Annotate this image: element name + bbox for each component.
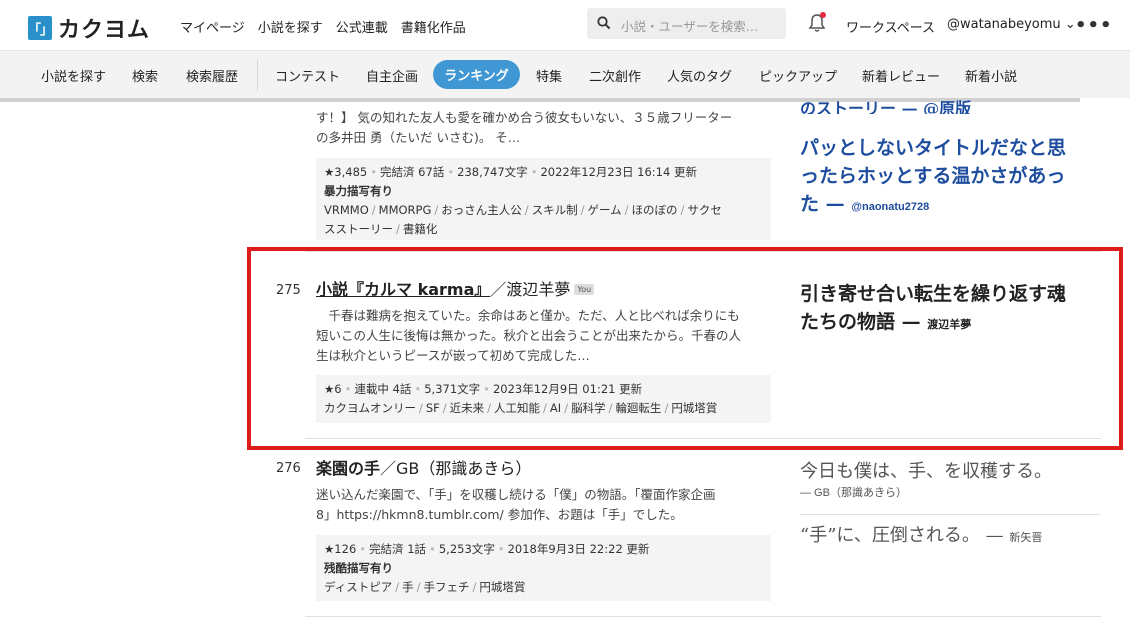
- review-author: — GB（那識あきら）: [800, 487, 907, 499]
- work-stars: ★126: [324, 542, 357, 556]
- search-placeholder: 小説・ユーザーを検索…: [621, 19, 759, 34]
- tag[interactable]: 手フェチ: [423, 580, 469, 594]
- work-chars: 238,747文字: [457, 165, 528, 179]
- tag[interactable]: 手: [402, 580, 414, 594]
- work-tags: VRMMO / MMORPG / おっさん主人公 / スキル制 / ゲーム / ほのぼの / サクセ: [324, 203, 722, 217]
- review-catchphrase-cut[interactable]: のストーリー — @原版: [800, 100, 971, 114]
- work-title-link[interactable]: 楽園の手: [316, 459, 380, 478]
- subnav-fan-fiction[interactable]: 二次創作: [589, 66, 641, 85]
- review-author: @naonatu2728: [851, 201, 930, 213]
- top-header: 「」 カクヨム マイページ 小説を探す 公式連載 書籍化作品 小説・ユーザーを検…: [0, 0, 1130, 50]
- tag[interactable]: MMORPG: [379, 203, 432, 217]
- tag[interactable]: 書籍化: [403, 222, 438, 236]
- user-menu[interactable]: @watanabeyomu ⌄: [947, 17, 1076, 32]
- logo-text: カクヨム: [58, 18, 151, 43]
- review-catchphrase[interactable]: 今日も僕は、手、を収穫する。 — GB（那識あきら）: [800, 458, 1052, 500]
- review-catchphrase[interactable]: “手”に、圧倒される。 — 新矢晋: [800, 522, 1042, 552]
- work-author[interactable]: ／GB（那識あきら）: [380, 459, 531, 478]
- tag[interactable]: ゲーム: [588, 203, 622, 217]
- subnav-new-novels[interactable]: 新着小説: [965, 66, 1017, 85]
- subnav-ranking[interactable]: ランキング: [433, 60, 520, 89]
- search-input[interactable]: 小説・ユーザーを検索…: [587, 8, 786, 39]
- work-warning: 残酷描写有り: [324, 561, 393, 575]
- kakuyomu-logo[interactable]: 「」 カクヨム: [28, 12, 150, 44]
- tag[interactable]: ディストピア: [324, 580, 392, 594]
- work-intro: 迷い込んだ楽園で、「手」を収穫し続ける「僕」の物語。「覆面作家企画 8」http…: [316, 487, 716, 522]
- subnav-features[interactable]: 特集: [536, 66, 562, 85]
- work-updated: 2018年9月3日 22:22 更新: [507, 542, 650, 556]
- nav-mypage[interactable]: マイページ: [180, 17, 245, 36]
- work-chars: 5,253文字: [438, 542, 495, 556]
- work-meta: ★126 • 完結済 1話 • 5,253文字 • 2018年9月3日 22:22 更新 残…: [316, 535, 771, 601]
- work-stars: ★3,485: [324, 165, 368, 179]
- nav-published-works[interactable]: 書籍化作品: [401, 17, 466, 36]
- subnav-search-history[interactable]: 検索履歴: [186, 66, 238, 85]
- divider: [800, 514, 1100, 515]
- work-tags: スストーリー / 書籍化: [324, 222, 438, 236]
- work-status: 完結済 67話: [380, 165, 445, 179]
- nav-search-novels[interactable]: 小説を探す: [258, 17, 323, 36]
- notification-bell-icon[interactable]: [808, 12, 826, 37]
- subnav-search[interactable]: 検索: [132, 66, 158, 85]
- divider: [305, 616, 1101, 617]
- header-nav: マイページ 小説を探す 公式連載 書籍化作品: [180, 17, 479, 36]
- work-tags: ディストピア / 手 / 手フェチ / 円城塔賞: [324, 580, 526, 594]
- sub-nav: 小説を探す 検索 検索履歴 コンテスト 自主企画 ランキング 特集 二次創作 人…: [0, 50, 1130, 98]
- review-author: 新矢晋: [1009, 532, 1043, 544]
- subnav-pickup[interactable]: ピックアップ: [759, 66, 837, 85]
- subnav-search-novels[interactable]: 小説を探す: [41, 66, 106, 85]
- subnav-contest[interactable]: コンテスト: [275, 66, 340, 85]
- work-updated: 2022年12月23日 16:14 更新: [540, 165, 697, 179]
- notification-dot: [820, 12, 826, 18]
- tag[interactable]: サクセ: [687, 203, 722, 217]
- tag[interactable]: スストーリー: [324, 222, 393, 236]
- tag[interactable]: VRMMO: [324, 203, 369, 217]
- subnav-popular-tags[interactable]: 人気のタグ: [667, 66, 732, 85]
- work-title: 楽園の手／GB（那識あきら）: [316, 455, 531, 479]
- search-icon: [597, 16, 611, 30]
- tag[interactable]: スキル制: [532, 203, 578, 217]
- tag[interactable]: ほのぼの: [632, 203, 678, 217]
- rank-number: 276: [276, 461, 301, 476]
- work-warning: 暴力描写有り: [324, 184, 393, 198]
- workspace-link[interactable]: ワークスペース: [846, 17, 935, 36]
- highlight-frame: [247, 247, 1123, 450]
- review-catchphrase[interactable]: パッとしないタイトルだなと思 ったらホッとする温かさがあっ た — @naona…: [800, 134, 1066, 221]
- subnav-divider: [257, 59, 258, 91]
- subnav-user-events[interactable]: 自主企画: [366, 66, 418, 85]
- more-menu-icon[interactable]: •••: [1075, 15, 1113, 36]
- tag[interactable]: おっさん主人公: [441, 203, 522, 217]
- work-meta: ★3,485 • 完結済 67話 • 238,747文字 • 2022年12月23日 16:…: [316, 158, 771, 240]
- work-status: 完結済 1話: [369, 542, 427, 556]
- work-intro: す！】 気の知れた友人も愛を確かめ合う彼女もいない、３５歳フリーター の多井田 …: [316, 110, 733, 145]
- subnav-new-reviews[interactable]: 新着レビュー: [862, 66, 940, 85]
- logo-mark: 「」: [28, 16, 53, 40]
- tag[interactable]: 円城塔賞: [479, 580, 525, 594]
- nav-official-serial[interactable]: 公式連載: [336, 17, 388, 36]
